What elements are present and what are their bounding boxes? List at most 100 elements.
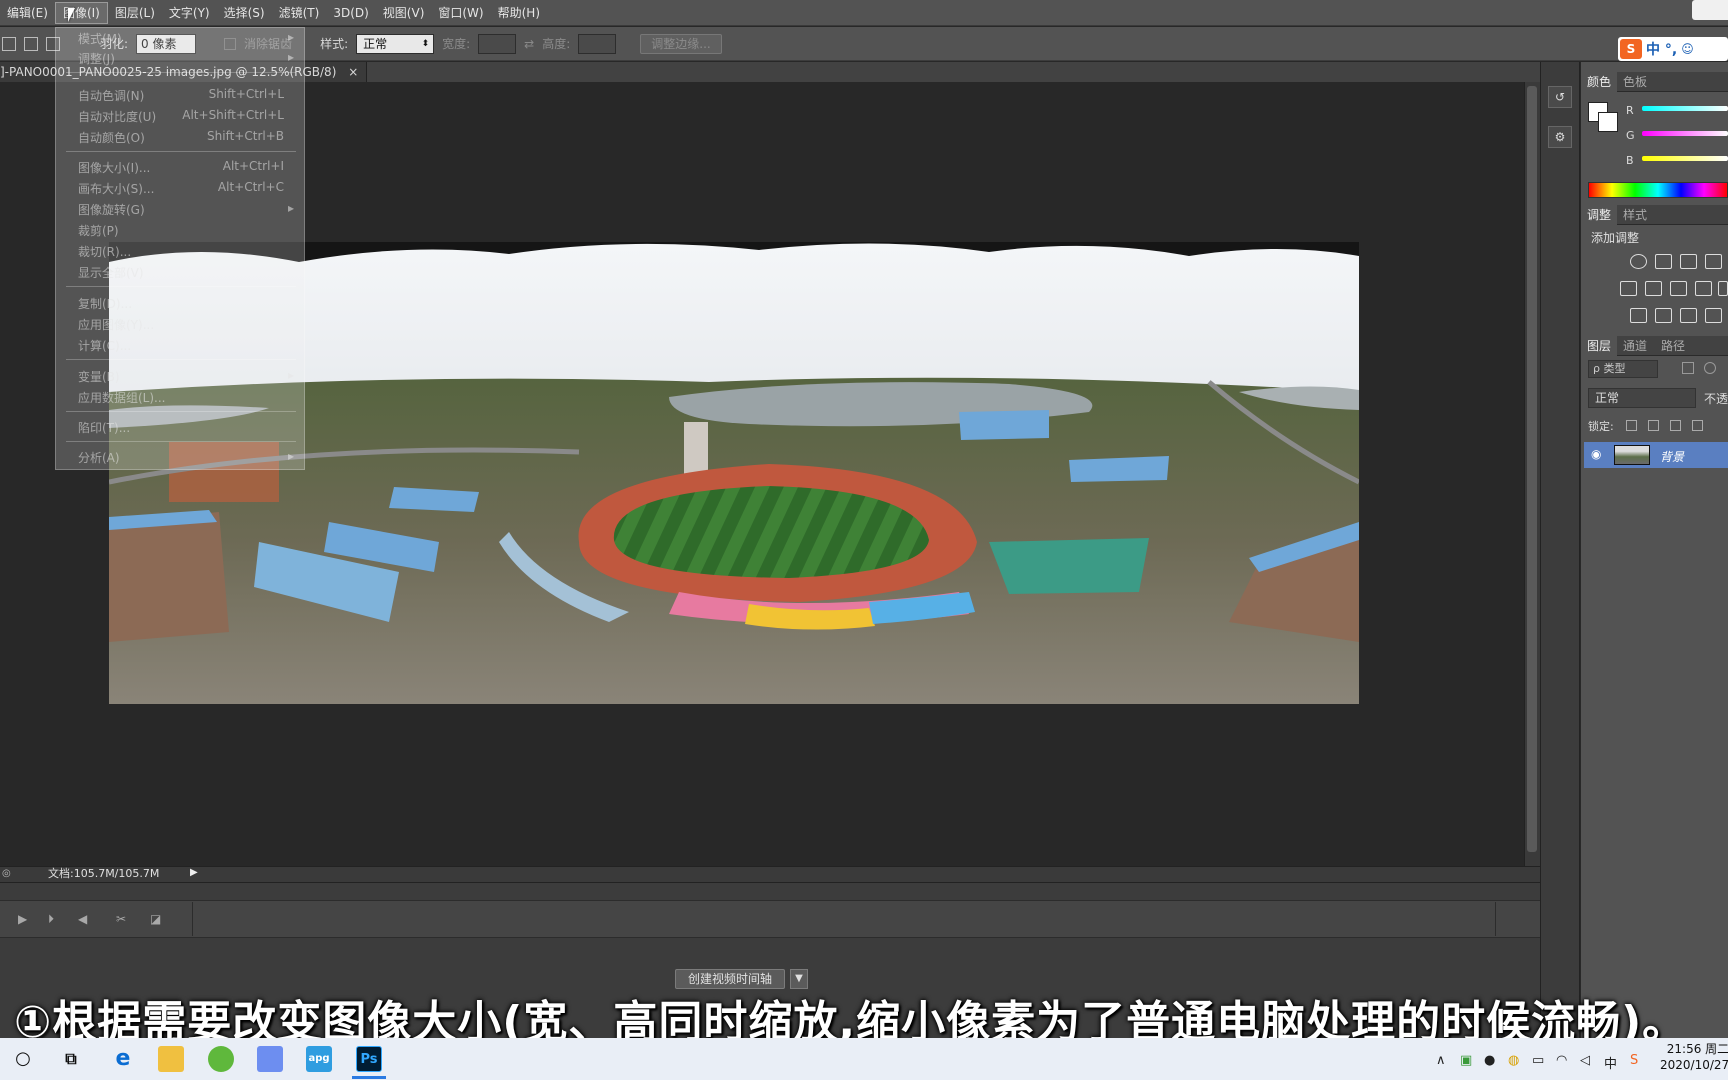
filter-image-icon[interactable] [1682, 362, 1694, 374]
tray-app-icon[interactable]: ▣ [1460, 1053, 1472, 1068]
step-forward-icon[interactable]: ⏵ [48, 912, 54, 927]
tab-color[interactable]: 颜色 [1581, 72, 1618, 92]
tab-channels[interactable]: 通道 [1617, 336, 1653, 356]
black-white-icon[interactable] [1670, 281, 1687, 296]
sogou-tray-icon[interactable]: S [1630, 1053, 1638, 1068]
lock-transparent-icon[interactable] [1626, 420, 1637, 431]
menu-item-variables[interactable]: 变量(B) ▸ [56, 366, 304, 386]
height-input[interactable] [578, 33, 617, 54]
photoshop-icon[interactable]: Ps [356, 1046, 382, 1072]
menu-item-trap[interactable]: 陷印(T)... [56, 417, 304, 437]
menu-item-mode[interactable]: 模式(M) ▸ [56, 28, 304, 48]
menu-item-image-rotation[interactable]: 图像旋转(G) ▸ [56, 199, 304, 219]
menu-item-calculations[interactable]: 计算(C)... [56, 335, 304, 355]
tab-adjustments[interactable]: 调整 [1581, 205, 1618, 225]
invert-icon[interactable] [1630, 308, 1647, 323]
tab-swatches[interactable]: 色板 [1617, 72, 1653, 92]
lock-paint-icon[interactable] [1648, 420, 1659, 431]
menu-view[interactable]: 视图(V) [376, 3, 432, 23]
style-select[interactable]: 正常 ⬍ [356, 33, 435, 54]
edge-icon[interactable]: e [110, 1046, 136, 1072]
step-back-icon[interactable]: ◀ [78, 912, 87, 926]
explorer-icon[interactable] [158, 1046, 184, 1072]
channel-g-slider[interactable] [1642, 131, 1728, 136]
selection-new-icon[interactable] [2, 36, 16, 51]
menu-item-adjustments[interactable]: 调整(J) ▸ [56, 48, 304, 68]
ime-toolbar[interactable]: S 中 °, ☺ [1618, 37, 1728, 61]
menu-item-reveal-all[interactable]: 显示全部(V) [56, 262, 304, 282]
layer-filter-select[interactable]: ρ 类型 [1588, 360, 1658, 378]
menu-help[interactable]: 帮助(H) [491, 3, 547, 23]
channel-r-slider[interactable] [1642, 106, 1728, 111]
threshold-icon[interactable] [1680, 308, 1697, 323]
width-input[interactable] [478, 33, 517, 54]
background-color-swatch[interactable] [1598, 112, 1618, 132]
microphone-icon[interactable]: ● [1484, 1053, 1495, 1068]
menu-item-auto-tone[interactable]: 自动色调(N) Shift+Ctrl+L [56, 85, 304, 105]
scrollbar-thumb[interactable] [1527, 86, 1537, 852]
menu-3d[interactable]: 3D(D) [326, 3, 375, 23]
status-info-icon[interactable]: ◎ [2, 868, 11, 879]
eye-icon[interactable]: ◉ [1591, 447, 1601, 461]
brightness-icon[interactable] [1630, 254, 1647, 269]
transition-icon[interactable]: ◪ [150, 912, 161, 926]
tab-layers[interactable]: 图层 [1581, 336, 1618, 356]
levels-icon[interactable] [1655, 254, 1672, 269]
menu-item-duplicate[interactable]: 复制(D)... [56, 293, 304, 313]
blend-mode-select[interactable]: 正常 [1588, 388, 1696, 408]
channel-b-slider[interactable] [1642, 156, 1728, 161]
lock-move-icon[interactable] [1670, 420, 1681, 431]
color-spectrum-bar[interactable] [1588, 182, 1728, 198]
menu-item-apply-data-set[interactable]: 应用数据组(L)... [56, 387, 304, 407]
tray-app2-icon[interactable]: ◍ [1508, 1053, 1519, 1068]
menu-item-analysis[interactable]: 分析(A) ▸ [56, 447, 304, 467]
menu-window[interactable]: 窗口(W) [431, 3, 490, 23]
status-arrow-icon[interactable]: ▶ [190, 867, 198, 878]
filter-adjust-icon[interactable] [1704, 362, 1716, 374]
properties-icon[interactable]: ⚙ [1548, 126, 1572, 148]
tray-expand-icon[interactable]: ∧ [1436, 1053, 1446, 1068]
curves-icon[interactable] [1680, 254, 1697, 269]
photos-icon[interactable] [257, 1046, 283, 1072]
wifi-icon[interactable]: ◠ [1556, 1053, 1567, 1068]
menu-select[interactable]: 选择(S) [217, 3, 272, 23]
scissors-icon[interactable]: ✂ [116, 912, 126, 926]
menu-type[interactable]: 文字(Y) [162, 3, 217, 23]
menu-item-auto-contrast[interactable]: 自动对比度(U) Alt+Shift+Ctrl+L [56, 106, 304, 126]
app-icon[interactable]: apg [306, 1046, 332, 1072]
color-balance-icon[interactable] [1645, 281, 1662, 296]
menu-image[interactable]: 图像(I) [54, 1, 108, 24]
task-view-icon[interactable]: ⧉ [58, 1046, 84, 1072]
gradient-map-icon[interactable] [1705, 308, 1722, 323]
window-minimize-button[interactable] [1692, 0, 1728, 20]
layer-row-background[interactable] [1584, 442, 1728, 468]
exposure-icon[interactable] [1705, 254, 1722, 269]
refine-edge-button[interactable]: 调整边缘... [640, 33, 722, 54]
layer-name[interactable]: 背景 [1660, 448, 1684, 465]
menu-edit[interactable]: 编辑(E) [0, 3, 55, 23]
swap-icon[interactable]: ⇄ [524, 37, 534, 51]
menu-item-auto-color[interactable]: 自动颜色(O) Shift+Ctrl+B [56, 127, 304, 147]
cortana-icon[interactable]: ○ [10, 1046, 36, 1072]
close-icon[interactable]: × [348, 65, 358, 79]
battery-icon[interactable]: ▭ [1532, 1053, 1544, 1068]
channel-mixer-icon[interactable] [1718, 281, 1728, 296]
photo-filter-icon[interactable] [1695, 281, 1712, 296]
lock-all-icon[interactable] [1692, 420, 1703, 431]
menu-item-image-size[interactable]: 图像大小(I)... Alt+Ctrl+I [56, 157, 304, 177]
vibrance-icon[interactable] [1620, 281, 1637, 296]
menu-item-trim[interactable]: 裁切(R)... [56, 241, 304, 261]
selection-add-icon[interactable] [24, 36, 38, 51]
play-icon[interactable]: ▶ [18, 912, 27, 926]
posterize-icon[interactable] [1655, 308, 1672, 323]
tab-styles[interactable]: 样式 [1617, 205, 1653, 225]
menu-item-canvas-size[interactable]: 画布大小(S)... Alt+Ctrl+C [56, 178, 304, 198]
ime-tray-icon[interactable]: 中 [1604, 1053, 1617, 1072]
history-icon[interactable]: ↺ [1548, 86, 1572, 108]
tab-paths[interactable]: 路径 [1655, 336, 1691, 356]
clock[interactable]: 21:56 周二 2020/10/27 [1660, 1041, 1728, 1073]
menu-item-crop[interactable]: 裁剪(P) [56, 220, 304, 240]
menu-item-apply-image[interactable]: 应用图像(Y)... [56, 314, 304, 334]
volume-icon[interactable]: ◁ [1580, 1053, 1590, 1068]
menu-layer[interactable]: 图层(L) [108, 3, 162, 23]
